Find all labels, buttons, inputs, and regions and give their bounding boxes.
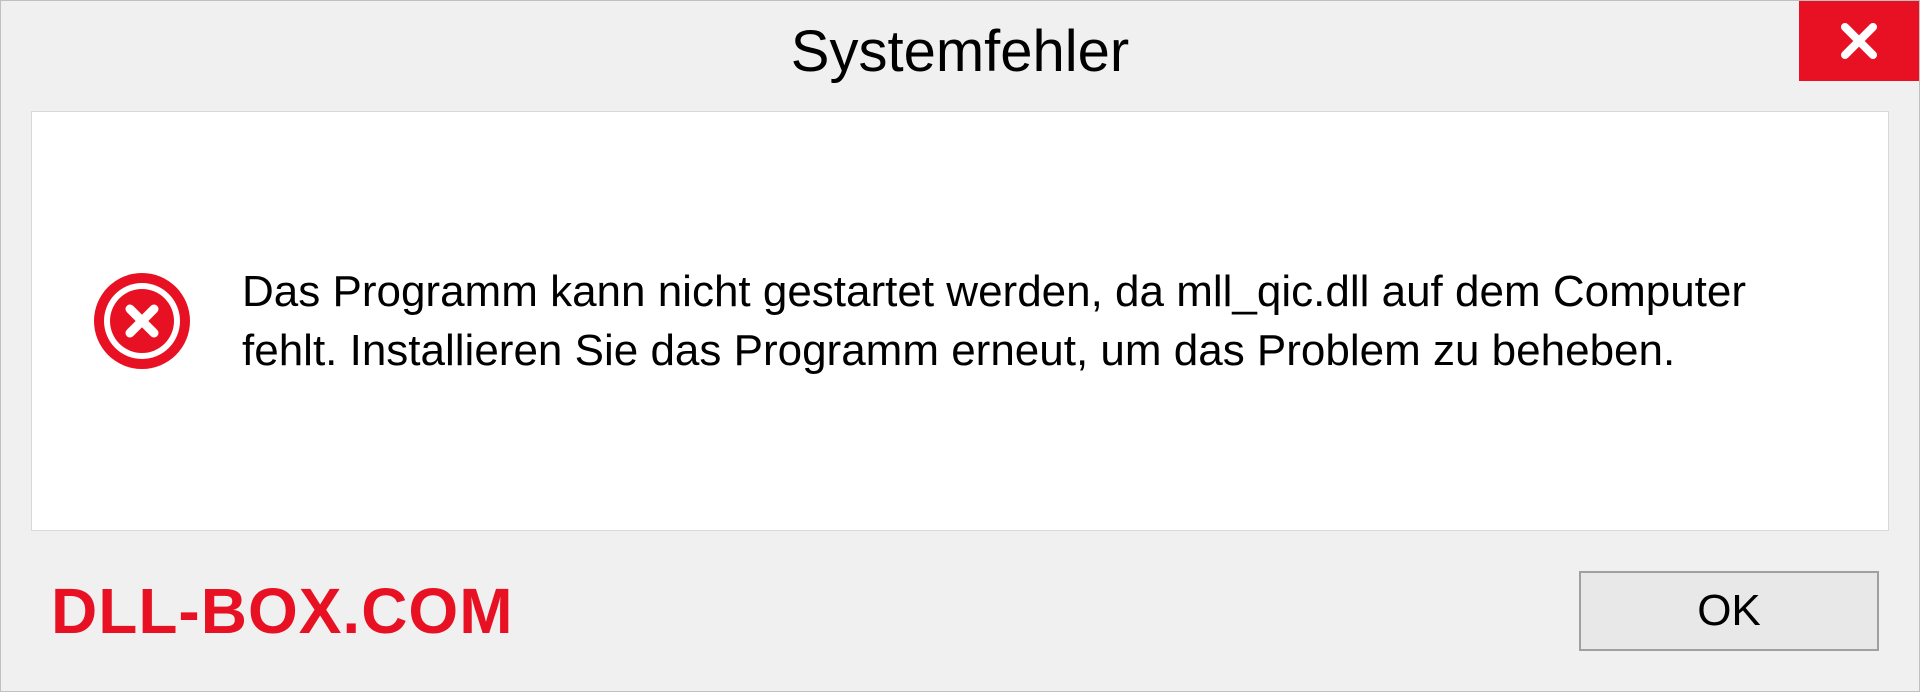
titlebar: Systemfehler (1, 1, 1919, 101)
dialog-footer: DLL-BOX.COM OK (1, 551, 1919, 691)
ok-button[interactable]: OK (1579, 571, 1879, 651)
close-icon (1835, 17, 1883, 65)
close-button[interactable] (1799, 1, 1919, 81)
error-icon (92, 271, 192, 371)
error-dialog: Systemfehler Das Programm kann nicht ges… (0, 0, 1920, 692)
content-panel: Das Programm kann nicht gestartet werden… (31, 111, 1889, 531)
dialog-title: Systemfehler (791, 18, 1129, 85)
ok-button-label: OK (1697, 586, 1761, 636)
error-message: Das Programm kann nicht gestartet werden… (242, 262, 1828, 381)
watermark-text: DLL-BOX.COM (51, 574, 514, 648)
